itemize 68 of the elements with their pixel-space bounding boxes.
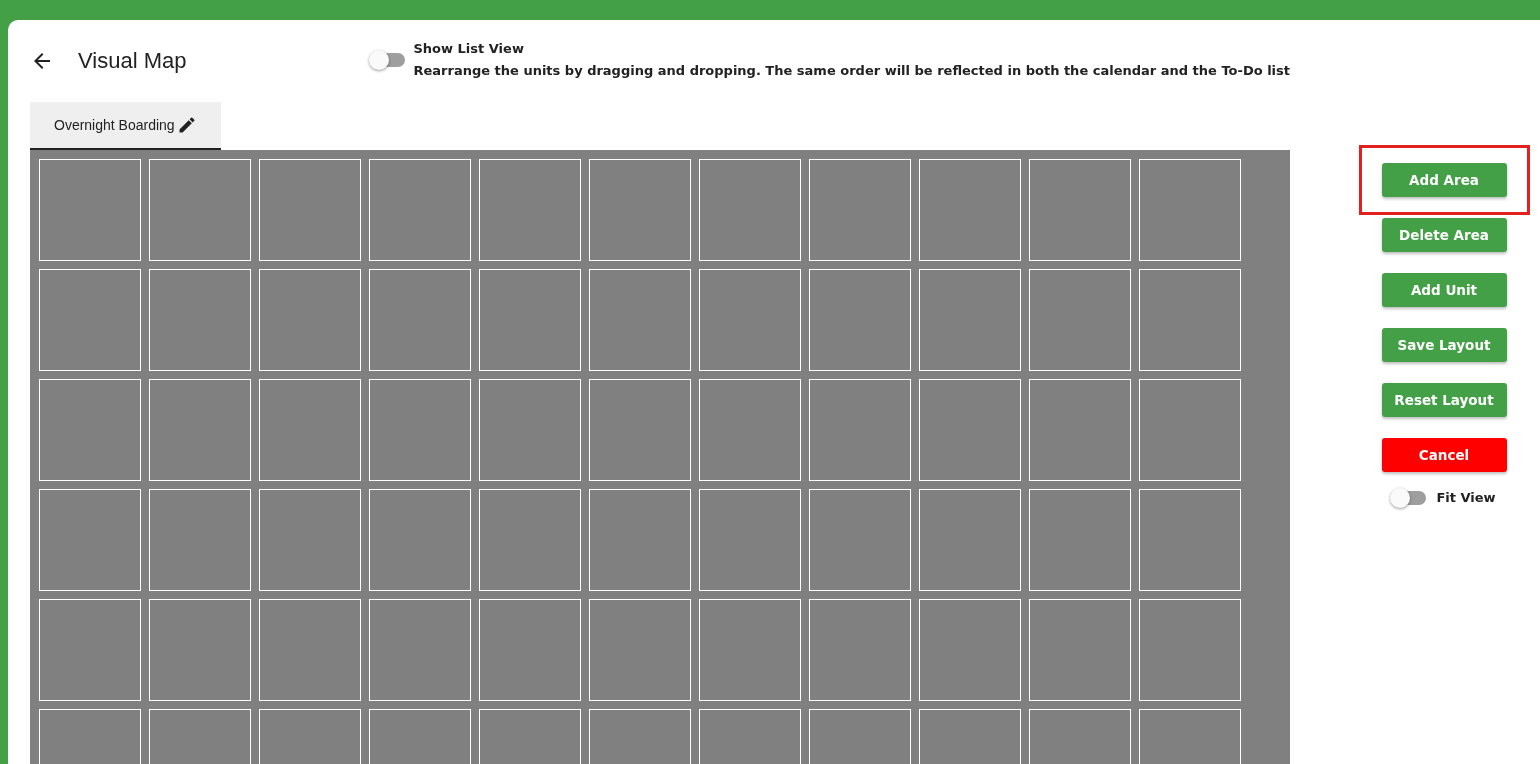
- unit-slot[interactable]: [809, 269, 911, 371]
- action-button[interactable]: Add Area: [1381, 163, 1507, 197]
- unit-slot[interactable]: [259, 599, 361, 701]
- unit-slot[interactable]: [809, 379, 911, 481]
- unit-slot[interactable]: [479, 599, 581, 701]
- area-tab[interactable]: Overnight Boarding: [30, 102, 221, 150]
- unit-slot[interactable]: [39, 379, 141, 481]
- unit-slot[interactable]: [919, 379, 1021, 481]
- unit-slot[interactable]: [1139, 379, 1241, 481]
- unit-slot[interactable]: [919, 269, 1021, 371]
- unit-slot[interactable]: [699, 489, 801, 591]
- unit-slot[interactable]: [809, 599, 911, 701]
- unit-slot[interactable]: [589, 379, 691, 481]
- unit-slot[interactable]: [1139, 159, 1241, 261]
- unit-slot[interactable]: [589, 599, 691, 701]
- action-button[interactable]: Save Layout: [1381, 328, 1507, 362]
- unit-slot[interactable]: [1029, 379, 1131, 481]
- unit-slot[interactable]: [479, 489, 581, 591]
- unit-slot[interactable]: [1029, 159, 1131, 261]
- unit-slot[interactable]: [369, 599, 471, 701]
- unit-slot[interactable]: [479, 379, 581, 481]
- unit-slot[interactable]: [589, 489, 691, 591]
- unit-slot[interactable]: [39, 599, 141, 701]
- unit-slot[interactable]: [919, 489, 1021, 591]
- unit-slot[interactable]: [369, 379, 471, 481]
- unit-slot[interactable]: [39, 159, 141, 261]
- unit-slot[interactable]: [919, 159, 1021, 261]
- unit-slot[interactable]: [809, 159, 911, 261]
- unit-slot[interactable]: [39, 489, 141, 591]
- unit-slot[interactable]: [369, 489, 471, 591]
- unit-slot[interactable]: [149, 379, 251, 481]
- fit-view-toggle[interactable]: [1392, 490, 1427, 505]
- page-title: Visual Map: [78, 48, 188, 74]
- list-view-toggle[interactable]: [371, 52, 406, 67]
- unit-slot[interactable]: [259, 159, 361, 261]
- action-button[interactable]: Reset Layout: [1381, 383, 1507, 417]
- unit-slot[interactable]: [1139, 489, 1241, 591]
- instruction-text: Rearrange the units by dragging and dropping. The same order will be reflected in both the calendar and the To-Do list: [413, 62, 1290, 78]
- unit-slot[interactable]: [1139, 269, 1241, 371]
- unit-slot[interactable]: [479, 159, 581, 261]
- unit-slot[interactable]: [1139, 599, 1241, 701]
- unit-slot[interactable]: [369, 269, 471, 371]
- unit-slot[interactable]: [149, 489, 251, 591]
- unit-slot[interactable]: [809, 489, 911, 591]
- unit-slot[interactable]: [1029, 269, 1131, 371]
- unit-slot[interactable]: [589, 159, 691, 261]
- unit-slot[interactable]: [589, 269, 691, 371]
- action-button[interactable]: Add Unit: [1381, 273, 1507, 307]
- unit-slot[interactable]: [699, 379, 801, 481]
- unit-slot[interactable]: [259, 379, 361, 481]
- unit-slot[interactable]: [369, 159, 471, 261]
- unit-slot[interactable]: [699, 159, 801, 261]
- unit-slot[interactable]: [259, 269, 361, 371]
- action-button[interactable]: Delete Area: [1381, 218, 1507, 252]
- unit-slot[interactable]: [919, 599, 1021, 701]
- unit-slot[interactable]: [149, 269, 251, 371]
- unit-slot[interactable]: [1029, 489, 1131, 591]
- unit-slot[interactable]: [1029, 599, 1131, 701]
- unit-slot[interactable]: [479, 269, 581, 371]
- fit-view-label: Fit View: [1436, 490, 1496, 505]
- unit-slot[interactable]: [149, 159, 251, 261]
- unit-slot[interactable]: [259, 489, 361, 591]
- unit-slot[interactable]: [699, 269, 801, 371]
- unit-slot[interactable]: [39, 269, 141, 371]
- unit-slot[interactable]: [149, 599, 251, 701]
- unit-slot[interactable]: [699, 599, 801, 701]
- action-button[interactable]: Cancel: [1381, 438, 1507, 472]
- list-view-label: Show List View: [413, 40, 525, 56]
